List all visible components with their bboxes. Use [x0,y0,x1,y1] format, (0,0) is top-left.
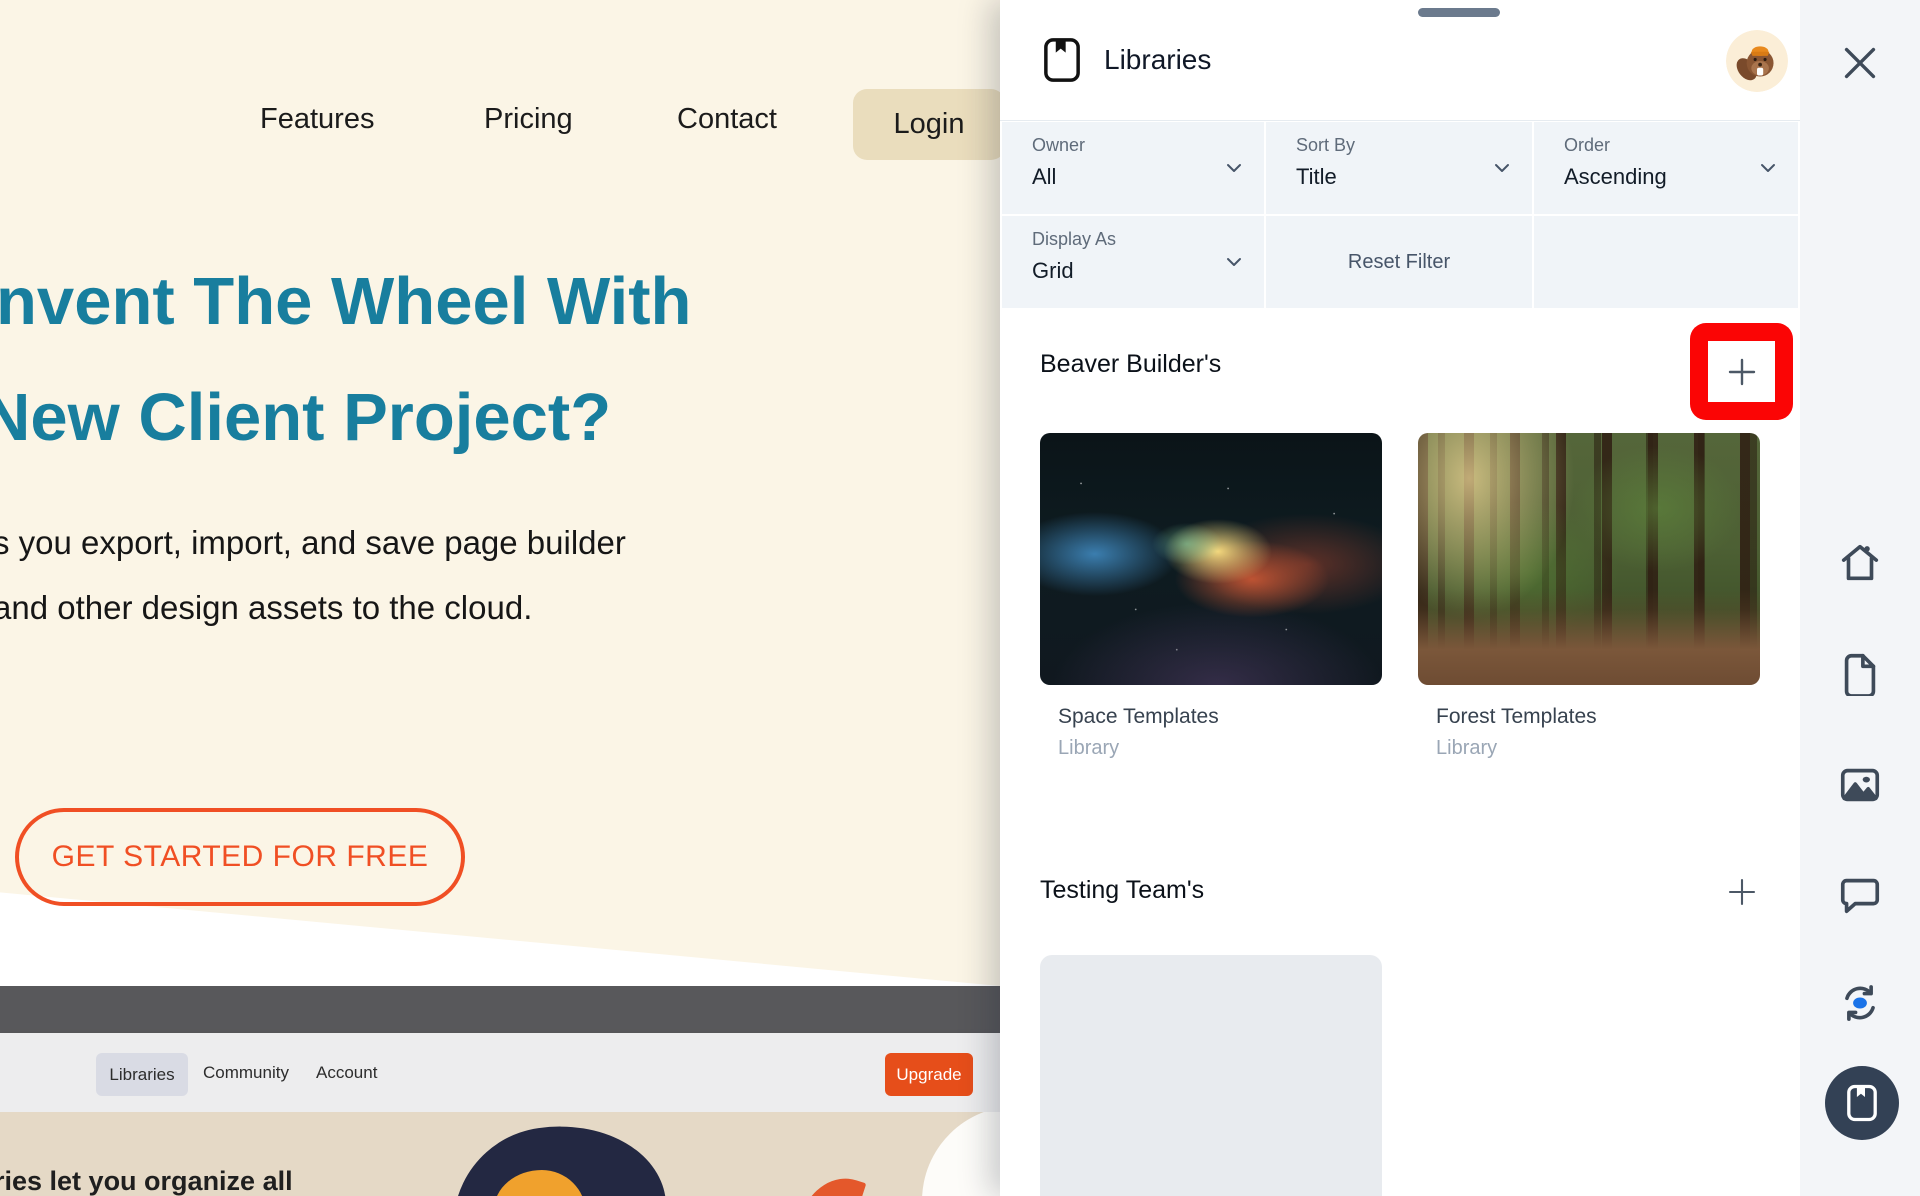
filter-sort-by[interactable]: Sort By Title [1266,122,1532,214]
libraries-book-icon [1040,36,1084,84]
library-card-placeholder[interactable] [1040,955,1382,1196]
hero-body-line2: and other design assets to the cloud. [0,575,1000,640]
filter-bar: Owner All Sort By Title Order Ascending [1000,120,1800,308]
hero-body-line1: s you export, import, and save page buil… [0,510,1000,575]
reset-filter-button[interactable]: Reset Filter [1266,216,1532,308]
nav-link-contact[interactable]: Contact [677,103,777,136]
filter-display-as[interactable]: Display As Grid [1002,216,1264,308]
app-preview-upgrade-button: Upgrade [885,1053,973,1096]
filter-display-label: Display As [1032,229,1116,250]
app-preview-kebab-icon: ⋮ [992,1059,1000,1088]
illustration-white-circle [922,1112,1000,1196]
nav-link-features[interactable]: Features [260,103,374,136]
library-card-forest-templates[interactable] [1418,433,1760,685]
app-preview-image: Libraries Community Account Upgrade ⋮ ri… [0,986,1000,1196]
chevron-down-icon [1222,156,1246,180]
filter-order-value: Ascending [1564,164,1667,190]
app-preview-toolbar: Libraries Community Account Upgrade ⋮ [0,1033,1000,1112]
card-title-space: Space Templates [1058,705,1219,729]
screen: Features Pricing Contact Login nvent The… [0,0,1920,1196]
chevron-down-icon [1490,156,1514,180]
section-title-testing-teams: Testing Team's [1040,876,1204,905]
panel-title: Libraries [1104,44,1211,76]
illustration-leaf-shape [798,1167,867,1196]
plus-icon [1724,354,1760,390]
filter-sort-label: Sort By [1296,135,1355,156]
avatar[interactable] [1726,30,1788,92]
add-library-button[interactable] [1708,341,1775,402]
app-preview-content: ries let you organize all [0,1112,1000,1196]
libraries-panel: Libraries Owner All [1000,0,1800,1196]
chat-icon[interactable] [1837,872,1883,918]
app-preview-tab-account: Account [316,1033,377,1112]
hero-heading: nvent The Wheel With New Client Project? [0,244,1000,476]
plus-icon [1724,874,1760,910]
document-icon[interactable] [1837,650,1883,696]
chevron-down-icon [1222,250,1246,274]
filter-display-value: Grid [1032,258,1074,284]
home-icon[interactable] [1837,540,1883,586]
card-title-forest: Forest Templates [1436,705,1597,729]
hero-heading-line2: New Client Project? [0,360,1000,476]
filter-owner-value: All [1032,164,1056,190]
filter-order-label: Order [1564,135,1610,156]
filter-sort-value: Title [1296,164,1337,190]
filter-order[interactable]: Order Ascending [1534,122,1798,214]
hero-body-text: s you export, import, and save page buil… [0,510,1000,640]
libraries-active-button[interactable] [1825,1066,1899,1140]
media-icon[interactable] [1837,762,1883,808]
nav-login-button[interactable]: Login [853,89,1000,160]
card-subtitle-space: Library [1058,737,1119,760]
app-preview-titlebar [0,986,1000,1033]
libraries-icon [1844,1083,1880,1123]
filter-empty-cell [1534,216,1798,308]
add-library-button-testing[interactable] [1724,874,1760,910]
get-started-button[interactable]: GET STARTED FOR FREE [15,808,465,906]
nav-link-pricing[interactable]: Pricing [484,103,573,136]
section-title-beaver-builders: Beaver Builder's [1040,350,1221,379]
card-subtitle-forest: Library [1436,737,1497,760]
chevron-down-icon [1756,156,1780,180]
panel-drag-handle[interactable] [1418,8,1500,17]
background-webpage: Features Pricing Contact Login nvent The… [0,0,1000,1196]
app-preview-caption: ries let you organize all [0,1166,293,1196]
filter-owner[interactable]: Owner All [1002,122,1264,214]
close-icon[interactable] [1837,40,1883,86]
sync-icon[interactable] [1837,980,1883,1026]
add-library-highlight-annotation [1690,323,1793,420]
filter-owner-label: Owner [1032,135,1085,156]
right-icon-rail [1800,0,1920,1196]
app-preview-tab-libraries: Libraries [96,1053,188,1096]
app-preview-tab-community: Community [203,1033,289,1112]
library-card-space-templates[interactable] [1040,433,1382,685]
hero-heading-line1: nvent The Wheel With [0,244,1000,360]
